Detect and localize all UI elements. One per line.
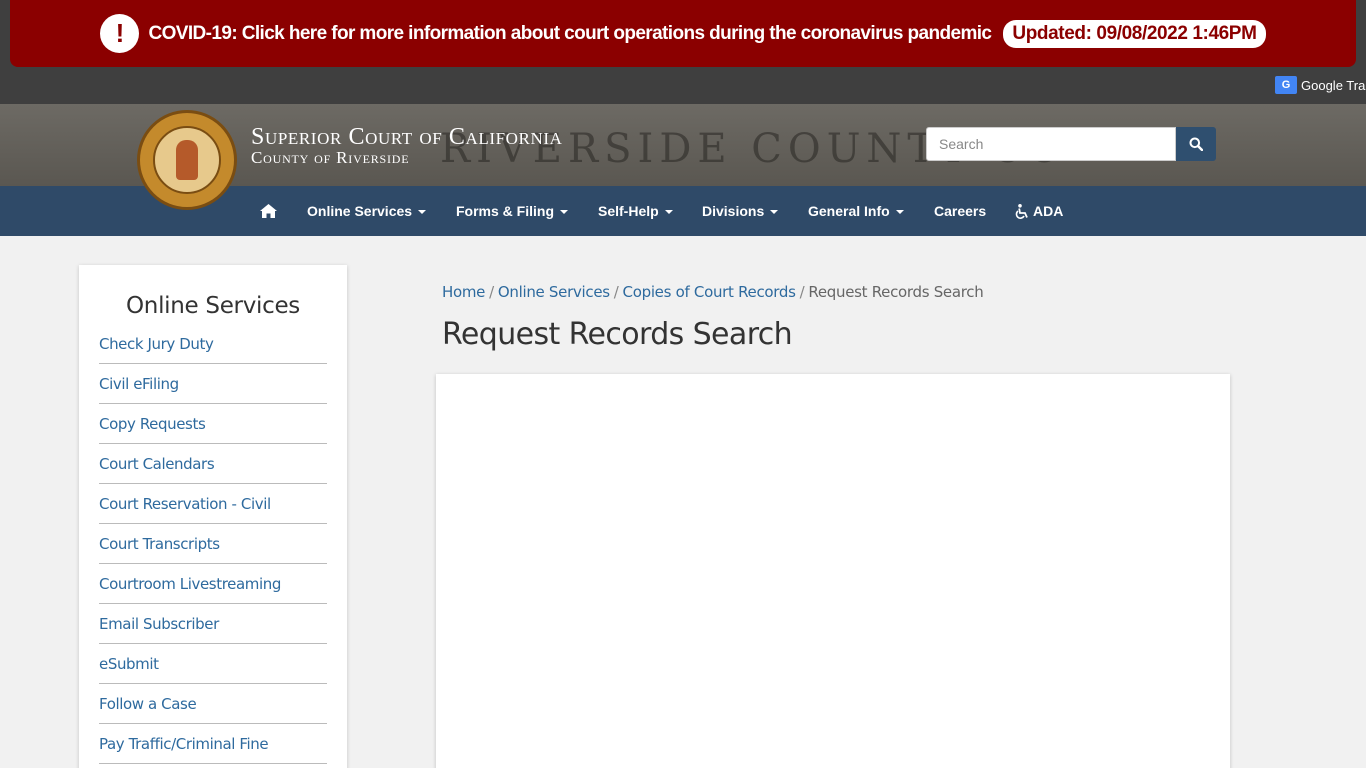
- site-title[interactable]: Superior Court of California County of R…: [251, 125, 563, 166]
- breadcrumb-separator: /: [489, 283, 494, 301]
- nav-careers-label: Careers: [934, 203, 987, 219]
- search-icon: [1189, 137, 1203, 151]
- chevron-down-icon: [560, 210, 568, 214]
- nav-general-info[interactable]: General Info: [808, 186, 904, 236]
- exclamation-icon: !: [100, 14, 140, 53]
- sidebar-item-email-subscriber[interactable]: Email Subscriber: [99, 604, 327, 644]
- nav-ada-label: ADA: [1033, 203, 1064, 219]
- chevron-down-icon: [770, 210, 779, 214]
- sidebar-list: Check Jury Duty Civil eFiling Copy Reque…: [99, 325, 327, 764]
- google-translate-label: Google Tra: [1301, 77, 1366, 93]
- google-translate-icon: G: [1275, 76, 1297, 94]
- breadcrumb-copies-of-court-records[interactable]: Copies of Court Records: [623, 283, 796, 301]
- nav-online-services-label: Online Services: [307, 203, 413, 219]
- sidebar-item-civil-efiling[interactable]: Civil eFiling: [99, 364, 327, 404]
- site-title-line1: Superior Court of California: [251, 124, 563, 150]
- sidebar-item-court-reservation-civil[interactable]: Court Reservation - Civil: [99, 484, 327, 524]
- wheelchair-icon: [1015, 203, 1028, 219]
- sidebar-item-follow-a-case[interactable]: Follow a Case: [99, 684, 327, 724]
- alert-region: ! COVID-19: Click here for more informat…: [0, 0, 1366, 104]
- alert-message[interactable]: COVID-19: Click here for more informatio…: [148, 23, 992, 45]
- nav-self-help[interactable]: Self-Help: [598, 186, 673, 236]
- breadcrumb-separator: /: [613, 283, 619, 301]
- nav-ada[interactable]: ADA: [1015, 186, 1063, 236]
- home-icon: [260, 204, 277, 218]
- breadcrumb-current: Request Records Search: [808, 283, 984, 301]
- sidebar-item-copy-requests[interactable]: Copy Requests: [99, 404, 327, 444]
- nav-divisions-label: Divisions: [702, 203, 765, 219]
- breadcrumb-separator: /: [799, 283, 805, 301]
- sidebar-item-esubmit[interactable]: eSubmit: [99, 644, 327, 684]
- seal-emblem: [153, 126, 221, 194]
- sidebar-panel: Online Services Check Jury Duty Civil eF…: [79, 265, 347, 768]
- content-panel: [436, 374, 1230, 768]
- site-title-line2: County of Riverside: [251, 148, 410, 167]
- chevron-down-icon: [895, 210, 904, 214]
- sidebar-item-courtroom-livestreaming[interactable]: Courtroom Livestreaming: [99, 564, 327, 604]
- court-seal-logo[interactable]: [137, 110, 237, 210]
- chevron-down-icon: [418, 210, 427, 214]
- nav-careers[interactable]: Careers: [934, 186, 986, 236]
- sidebar-item-court-transcripts[interactable]: Court Transcripts: [99, 524, 327, 564]
- nav-online-services[interactable]: Online Services: [307, 186, 427, 236]
- sidebar-item-court-calendars[interactable]: Court Calendars: [99, 444, 327, 484]
- nav-forms-filing[interactable]: Forms & Filing: [456, 186, 568, 236]
- nav-forms-filing-label: Forms & Filing: [456, 203, 554, 219]
- google-translate-widget[interactable]: G Google Tra: [1275, 76, 1365, 94]
- breadcrumb: Home / Online Services / Copies of Court Rec…: [442, 283, 984, 301]
- breadcrumb-online-services[interactable]: Online Services: [498, 283, 610, 301]
- nav-self-help-label: Self-Help: [598, 203, 659, 219]
- nav-general-info-label: General Info: [808, 203, 890, 219]
- sidebar-item-pay-traffic-criminal-fine[interactable]: Pay Traffic/Criminal Fine: [99, 724, 327, 764]
- nav-home[interactable]: [260, 186, 277, 236]
- breadcrumb-home[interactable]: Home: [442, 283, 485, 301]
- sidebar-item-check-jury-duty[interactable]: Check Jury Duty: [99, 325, 327, 364]
- covid-alert-banner[interactable]: ! COVID-19: Click here for more informat…: [10, 0, 1356, 67]
- search-input[interactable]: [926, 127, 1176, 161]
- page-title: Request Records Search: [442, 317, 793, 352]
- seal-figure: [176, 140, 198, 180]
- nav-divisions[interactable]: Divisions: [702, 186, 779, 236]
- alert-updated-badge: Updated: 09/08/2022 1:46PM: [1003, 19, 1266, 48]
- chevron-down-icon: [664, 210, 673, 214]
- sidebar-title: Online Services: [126, 293, 300, 319]
- search-button[interactable]: [1176, 127, 1216, 161]
